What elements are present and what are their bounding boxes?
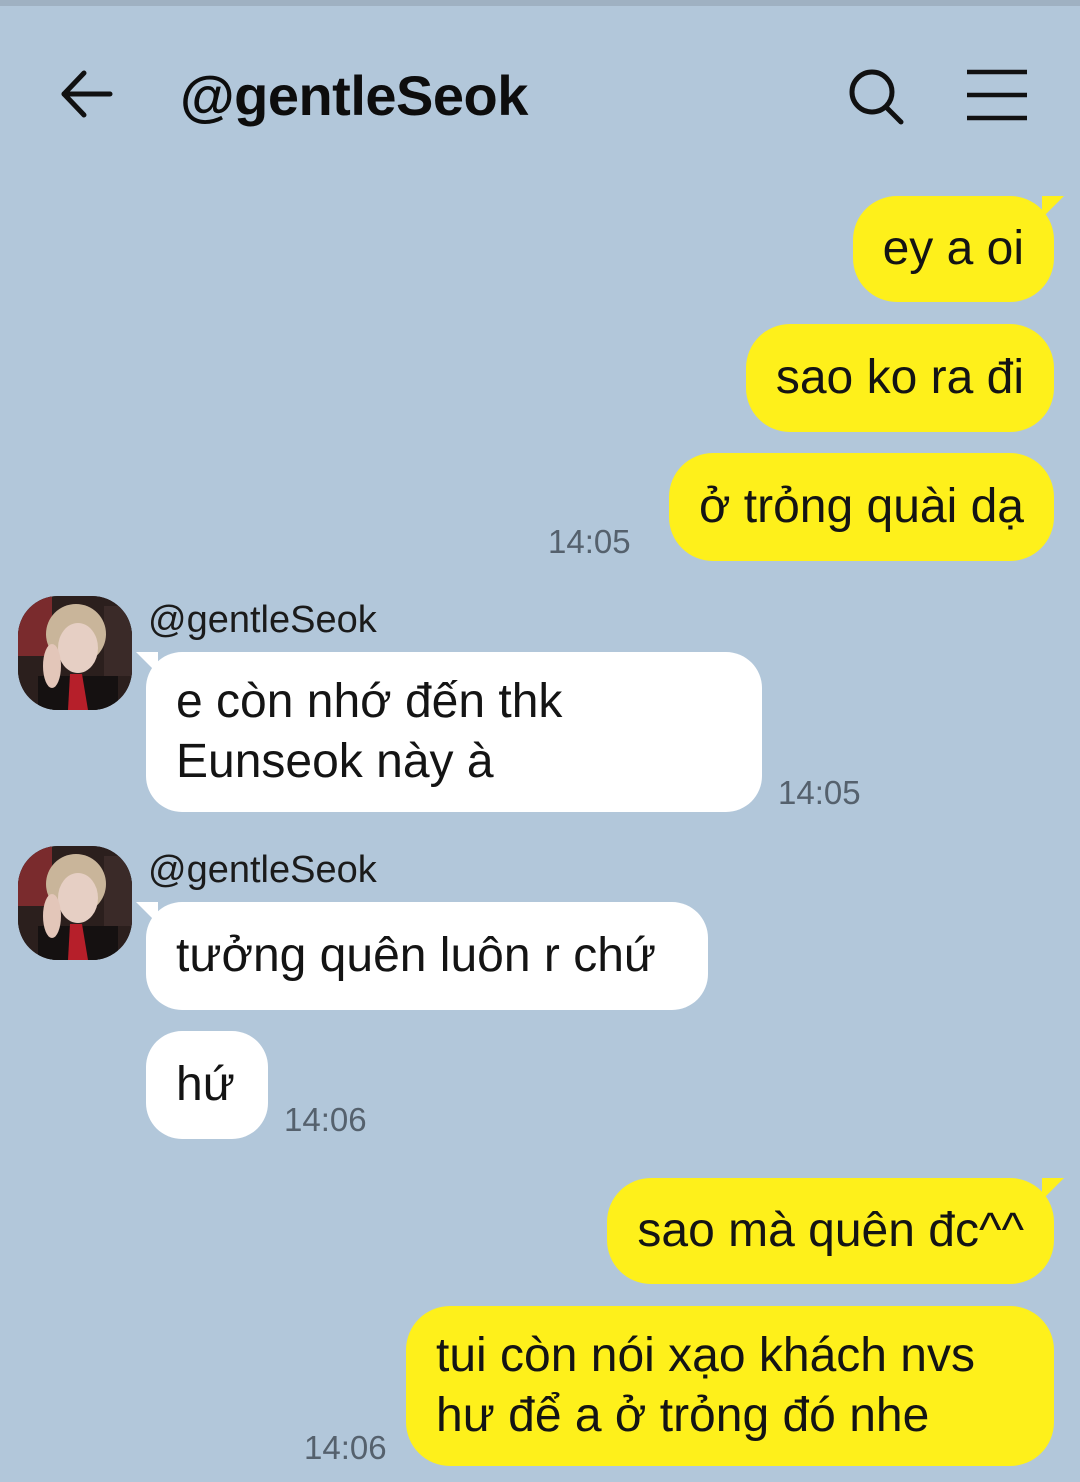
message-timestamp: 14:06 xyxy=(304,1429,387,1466)
back-button[interactable] xyxy=(52,58,124,130)
hamburger-menu-icon xyxy=(967,69,1027,121)
chat-header: @gentleSeok xyxy=(0,6,1080,176)
avatar[interactable] xyxy=(18,846,132,960)
message-timestamp: 14:05 xyxy=(548,523,631,560)
sender-name: @gentleSeok xyxy=(148,599,377,641)
sender-name: @gentleSeok xyxy=(148,849,377,891)
message-line: e còn nhớ đến thk xyxy=(176,675,563,728)
message-line: hư để a ở trỏng đó nhe xyxy=(436,1389,930,1442)
outgoing-message-bubble[interactable]: tui còn nói xạo khách nvs hư để a ở trỏn… xyxy=(406,1306,1054,1466)
arrow-left-icon xyxy=(61,70,113,118)
outgoing-message-bubble[interactable]: ở trỏng quài dạ xyxy=(668,453,1054,561)
message-timestamp: 14:06 xyxy=(284,1101,367,1138)
message-line: Eunseok này à xyxy=(176,735,494,788)
incoming-message-bubble[interactable]: tưởng quên luôn r chứ xyxy=(136,902,708,1010)
chat-title: @gentleSeok xyxy=(180,64,528,127)
avatar[interactable] xyxy=(18,596,132,710)
outgoing-message-bubble[interactable]: sao mà quên đc^^ xyxy=(607,1178,1064,1284)
search-button[interactable] xyxy=(838,60,914,136)
message-line: tui còn nói xạo khách nvs xyxy=(436,1329,975,1382)
message-timestamp: 14:05 xyxy=(778,774,861,811)
incoming-message-bubble[interactable]: e còn nhớ đến thk Eunseok này à xyxy=(136,652,762,812)
menu-button[interactable] xyxy=(960,62,1036,134)
outgoing-message-bubble[interactable]: ey a oi xyxy=(852,196,1065,302)
incoming-message-bubble[interactable]: hứ xyxy=(146,1031,268,1139)
outgoing-message-bubble[interactable]: sao ko ra đi xyxy=(745,324,1054,432)
search-icon xyxy=(849,69,904,125)
